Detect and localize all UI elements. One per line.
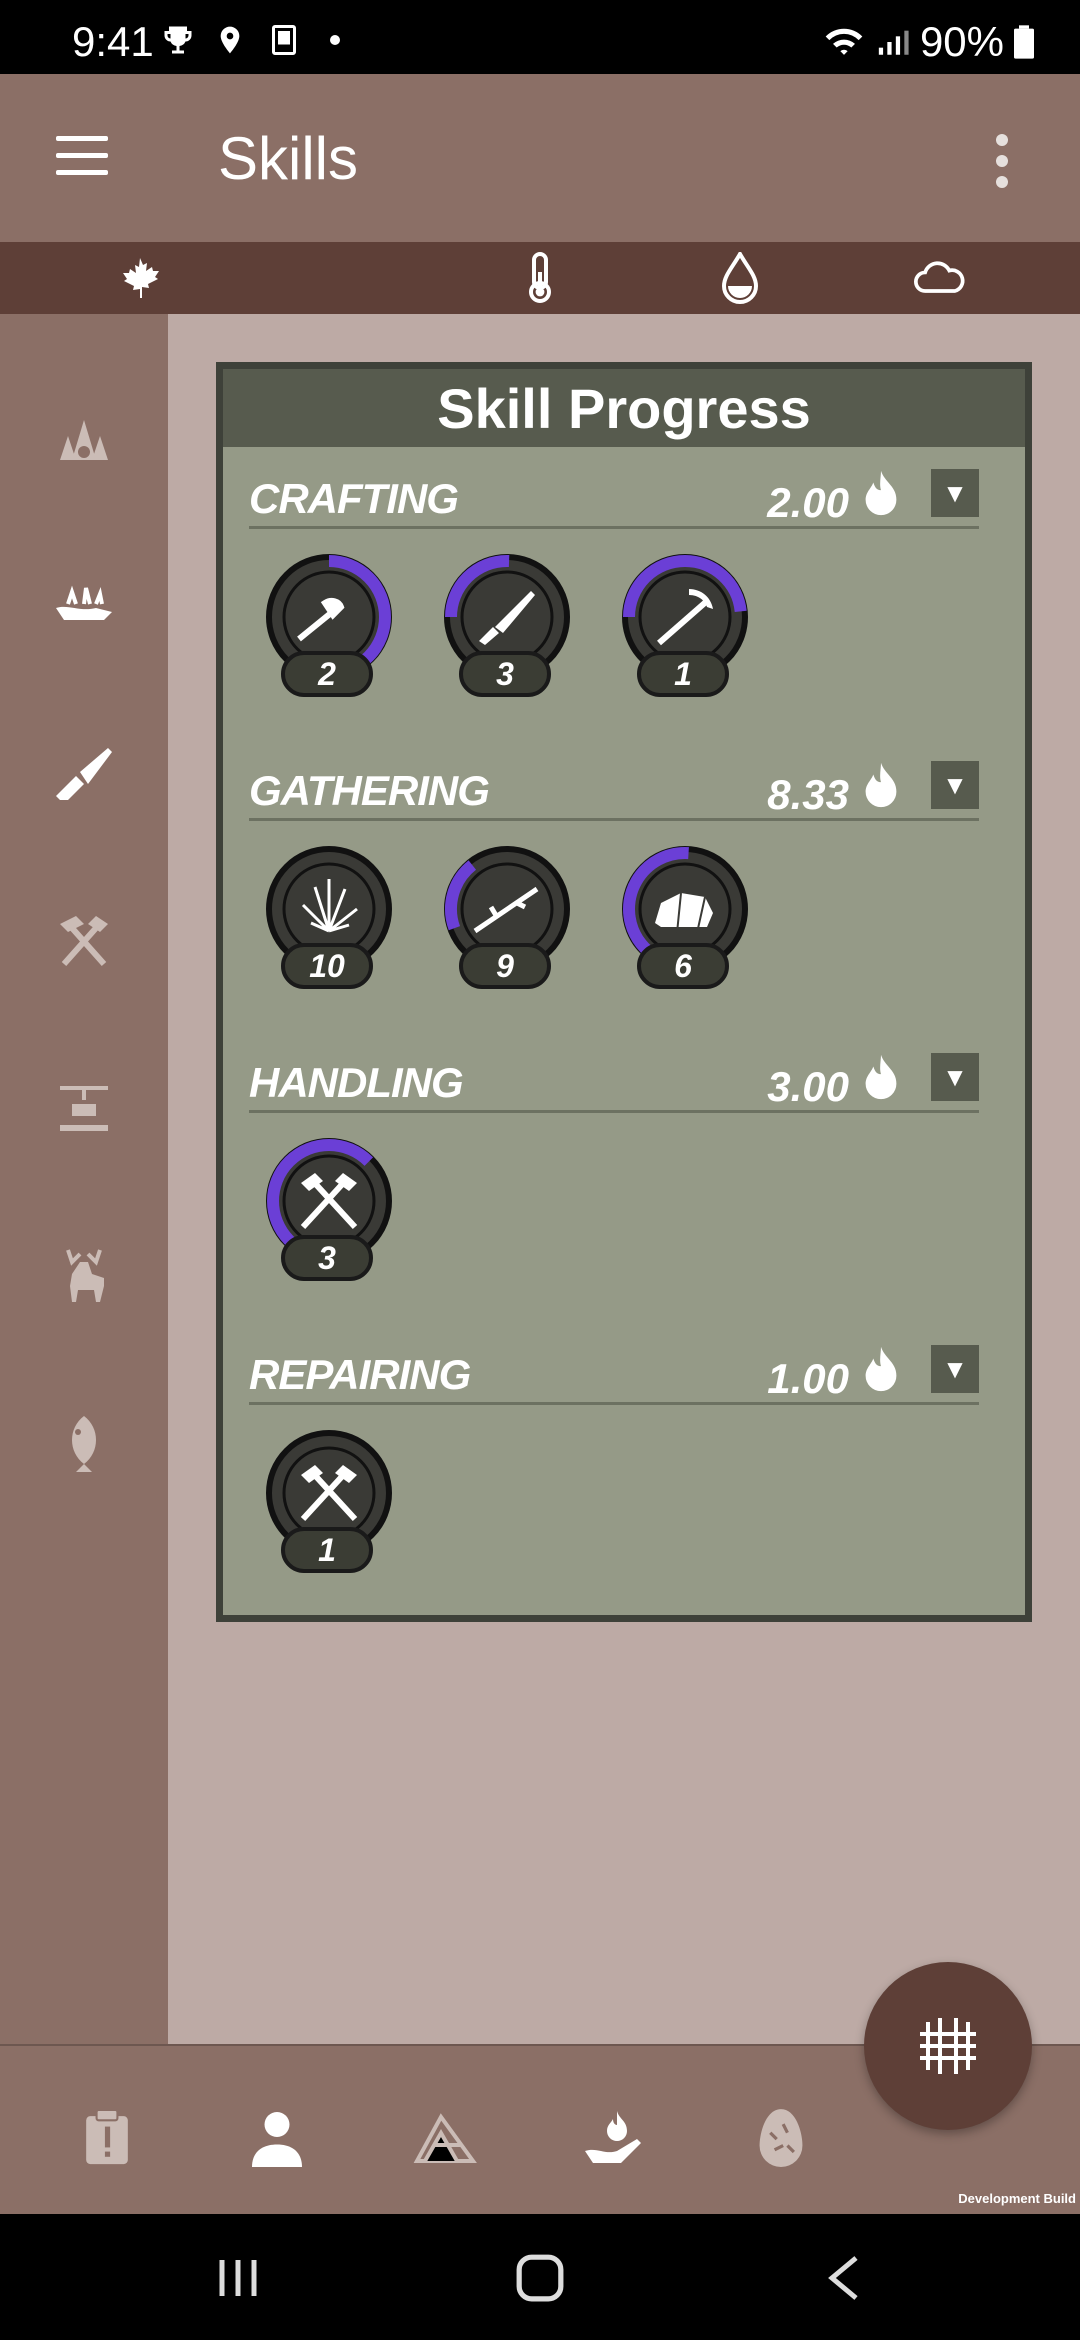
card-title: Skill Progress	[223, 369, 1025, 447]
hand-fire-icon[interactable]	[578, 2102, 648, 2172]
section-value: 3.00	[767, 1063, 849, 1110]
section-crafting: CRAFTING 2.00 ▼ 2 3 1	[249, 469, 979, 697]
expand-button[interactable]: ▼	[931, 761, 979, 809]
app-bar: Skills	[0, 74, 1080, 242]
section-header: HANDLING 3.00 ▼	[249, 1053, 979, 1113]
thermometer-icon[interactable]	[510, 248, 570, 308]
skill-knife[interactable]: 3	[437, 547, 577, 697]
skill-axe[interactable]: 2	[259, 547, 399, 697]
battery-icon	[1014, 25, 1034, 59]
skill-repair-tools[interactable]: 1	[259, 1423, 399, 1573]
skill-level-badge: 2	[281, 651, 373, 697]
section-value: 8.33	[767, 771, 849, 818]
skill-level-badge: 1	[281, 1527, 373, 1573]
campsite-icon[interactable]	[44, 396, 124, 476]
signal-icon	[878, 30, 909, 55]
section-value: 1.00	[767, 1355, 849, 1402]
section-title: REPAIRING	[249, 1351, 471, 1398]
section-title: GATHERING	[249, 767, 490, 814]
skill-pickaxe[interactable]: 1	[615, 547, 755, 697]
flame-icon	[865, 762, 897, 808]
skill-handling-tools[interactable]: 3	[259, 1131, 399, 1281]
battery-percent: 90%	[919, 18, 1004, 65]
skills-row: 3	[259, 1131, 399, 1281]
skill-stone[interactable]: 6	[615, 839, 755, 989]
notification-dot	[330, 35, 340, 45]
development-build-label: Development Build	[958, 2191, 1076, 2206]
menu-button[interactable]	[56, 136, 108, 176]
side-rail	[0, 314, 168, 2044]
hammer-pick-icon[interactable]	[44, 900, 124, 980]
skill-grass[interactable]: 10	[259, 839, 399, 989]
skill-level-badge: 9	[459, 943, 551, 989]
back-button[interactable]	[814, 2248, 874, 2308]
status-right: 90%	[822, 18, 1034, 66]
cloud-icon[interactable]	[910, 248, 970, 308]
skills-row: 2 3 1	[259, 547, 755, 697]
location-pin-icon	[220, 26, 240, 54]
skills-row: 10 9 6	[259, 839, 755, 989]
flame-icon	[865, 470, 897, 516]
fence-frame-icon	[920, 2018, 976, 2074]
main-content: Skill Progress CRAFTING 2.00 ▼ 2 3 1 GAT…	[168, 314, 1080, 2044]
skill-level-badge: 3	[459, 651, 551, 697]
skill-level-badge: 10	[281, 943, 373, 989]
skill-stick[interactable]: 9	[437, 839, 577, 989]
crafting-fab-button[interactable]	[864, 1962, 1032, 2130]
section-header: CRAFTING 2.00 ▼	[249, 469, 979, 529]
hand-plants-icon[interactable]	[44, 564, 124, 644]
skill-level-badge: 6	[637, 943, 729, 989]
flame-icon	[865, 1346, 897, 1392]
flame-icon	[865, 1054, 897, 1100]
shelter-icon[interactable]	[410, 2102, 480, 2172]
knife-icon[interactable]	[44, 732, 124, 812]
cooking-fire-icon[interactable]	[44, 1068, 124, 1148]
expand-button[interactable]: ▼	[931, 1345, 979, 1393]
home-button[interactable]	[510, 2248, 570, 2308]
device-icon	[272, 25, 296, 55]
skill-progress-card: Skill Progress CRAFTING 2.00 ▼ 2 3 1 GAT…	[216, 362, 1032, 1622]
section-gathering: GATHERING 8.33 ▼ 10 9 6	[249, 761, 979, 989]
person-icon[interactable]	[242, 2102, 312, 2172]
skill-level-badge: 1	[637, 651, 729, 697]
wifi-icon	[825, 28, 863, 55]
deer-icon[interactable]	[44, 1236, 124, 1316]
section-title: CRAFTING	[249, 475, 459, 522]
clipboard-alert-icon[interactable]	[72, 2102, 142, 2172]
moon-icon[interactable]	[310, 248, 370, 308]
section-title: HANDLING	[249, 1059, 464, 1106]
section-header: REPAIRING 1.00 ▼	[249, 1345, 979, 1405]
skill-level-badge: 3	[281, 1235, 373, 1281]
status-notification-icons	[160, 22, 340, 58]
section-handling: HANDLING 3.00 ▼ 3	[249, 1053, 979, 1281]
fish-icon[interactable]	[44, 1404, 124, 1484]
status-bar: 9:41 90%	[0, 0, 1080, 74]
expand-button[interactable]: ▼	[931, 1053, 979, 1101]
water-drop-icon[interactable]	[710, 248, 770, 308]
condition-strip	[0, 242, 1080, 314]
overflow-menu-button[interactable]	[996, 134, 1010, 190]
page-title: Skills	[218, 125, 359, 192]
skills-row: 1	[259, 1423, 399, 1573]
trophy-icon	[164, 26, 192, 54]
status-time: 9:41	[72, 18, 154, 65]
recent-apps-button[interactable]	[208, 2248, 268, 2308]
section-repairing: REPAIRING 1.00 ▼ 1	[249, 1345, 979, 1573]
section-header: GATHERING 8.33 ▼	[249, 761, 979, 821]
expand-button[interactable]: ▼	[931, 469, 979, 517]
maple-leaf-icon[interactable]	[110, 248, 170, 308]
section-value: 2.00	[767, 479, 849, 526]
stone-egg-icon[interactable]	[746, 2102, 816, 2172]
system-navigation	[0, 2214, 1080, 2340]
